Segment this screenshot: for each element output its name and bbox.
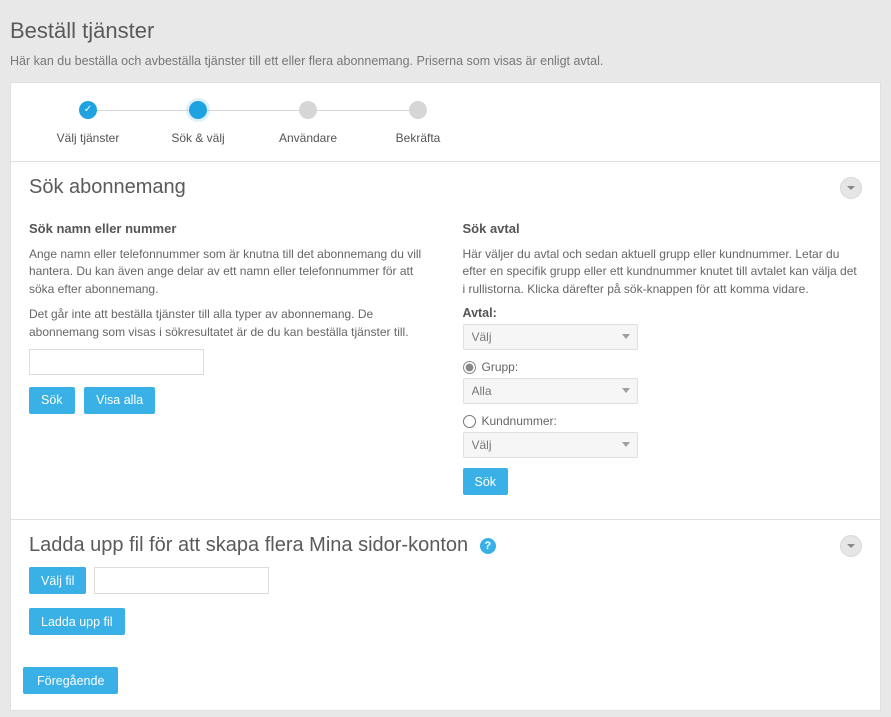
group-select[interactable]: Alla bbox=[463, 378, 638, 404]
section-header: Sök abonnemang bbox=[11, 162, 880, 209]
help-text: Här väljer du avtal och sedan aktuell gr… bbox=[463, 246, 863, 298]
choose-file-button[interactable]: Välj fil bbox=[29, 567, 86, 594]
upload-file-button[interactable]: Ladda upp fil bbox=[29, 608, 125, 635]
stepper: Välj tjänster Sök & välj Användare Bekrä… bbox=[11, 83, 880, 161]
step-dot bbox=[409, 101, 427, 119]
chevron-down-icon bbox=[846, 183, 856, 193]
kundnummer-radio-label: Kundnummer: bbox=[482, 414, 557, 428]
step-label: Sök & välj bbox=[171, 131, 224, 145]
step-label: Välj tjänster bbox=[57, 131, 120, 145]
wizard-card: Välj tjänster Sök & välj Användare Bekrä… bbox=[10, 82, 881, 711]
kundnummer-select[interactable]: Välj bbox=[463, 432, 638, 458]
chevron-down-icon bbox=[846, 541, 856, 551]
step-dot-done bbox=[79, 101, 97, 119]
help-text: Det går inte att beställa tjänster till … bbox=[29, 306, 429, 341]
search-subscription-section: Sök abonnemang Sök namn eller nummer Ang… bbox=[11, 161, 880, 513]
show-all-button[interactable]: Visa alla bbox=[84, 387, 155, 414]
kundnummer-radio[interactable] bbox=[463, 415, 476, 428]
step-label: Användare bbox=[279, 131, 337, 145]
page-title: Beställ tjänster bbox=[10, 18, 881, 44]
search-button[interactable]: Sök bbox=[29, 387, 75, 414]
section-title: Sök abonnemang bbox=[29, 176, 186, 199]
step-4[interactable]: Bekräfta bbox=[363, 101, 473, 145]
step-label: Bekräfta bbox=[396, 131, 441, 145]
wizard-footer: Föregående bbox=[11, 657, 880, 710]
group-radio-label: Grupp: bbox=[482, 360, 519, 374]
upload-file-section: Ladda upp fil för att skapa flera Mina s… bbox=[11, 519, 880, 651]
collapse-toggle[interactable] bbox=[840, 177, 862, 199]
search-name-input[interactable] bbox=[29, 349, 204, 375]
step-dot-active bbox=[189, 101, 207, 119]
page-description: Här kan du beställa och avbeställa tjäns… bbox=[10, 54, 881, 68]
help-icon[interactable]: ? bbox=[480, 538, 496, 554]
help-text: Ange namn eller telefonnummer som är knu… bbox=[29, 246, 429, 298]
search-by-agreement-column: Sök avtal Här väljer du avtal och sedan … bbox=[463, 213, 863, 495]
step-connector bbox=[198, 110, 308, 111]
step-2[interactable]: Sök & välj bbox=[143, 101, 253, 145]
search-agreement-button[interactable]: Sök bbox=[463, 468, 509, 495]
step-dot bbox=[299, 101, 317, 119]
step-1[interactable]: Välj tjänster bbox=[33, 101, 143, 145]
avtal-select[interactable]: Välj bbox=[463, 324, 638, 350]
previous-button[interactable]: Föregående bbox=[23, 667, 118, 694]
step-connector bbox=[308, 110, 418, 111]
sub-heading: Sök namn eller nummer bbox=[29, 221, 429, 236]
sub-heading: Sök avtal bbox=[463, 221, 863, 236]
collapse-toggle[interactable] bbox=[840, 535, 862, 557]
group-radio[interactable] bbox=[463, 361, 476, 374]
step-connector bbox=[88, 110, 198, 111]
section-header: Ladda upp fil för att skapa flera Mina s… bbox=[11, 520, 880, 567]
file-path-input[interactable] bbox=[94, 567, 269, 594]
section-title: Ladda upp fil för att skapa flera Mina s… bbox=[29, 534, 468, 556]
avtal-label: Avtal: bbox=[463, 306, 863, 320]
step-3[interactable]: Användare bbox=[253, 101, 363, 145]
search-by-name-column: Sök namn eller nummer Ange namn eller te… bbox=[29, 213, 429, 495]
